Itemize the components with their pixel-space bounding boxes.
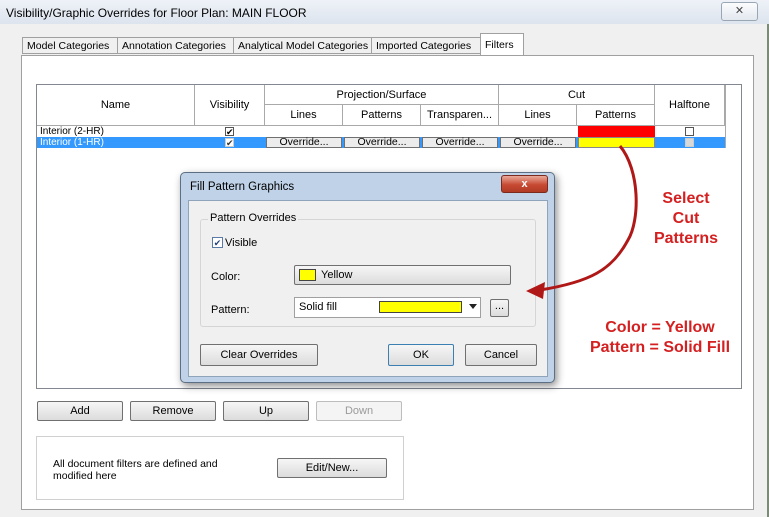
- arrow-line: [539, 145, 638, 292]
- arrow-head: [526, 282, 545, 299]
- annotation-result: Color = Yellow Pattern = Solid Fill: [589, 319, 731, 356]
- annotation-select: Select Cut Patterns: [653, 190, 719, 247]
- annotation-arrow: [526, 145, 638, 299]
